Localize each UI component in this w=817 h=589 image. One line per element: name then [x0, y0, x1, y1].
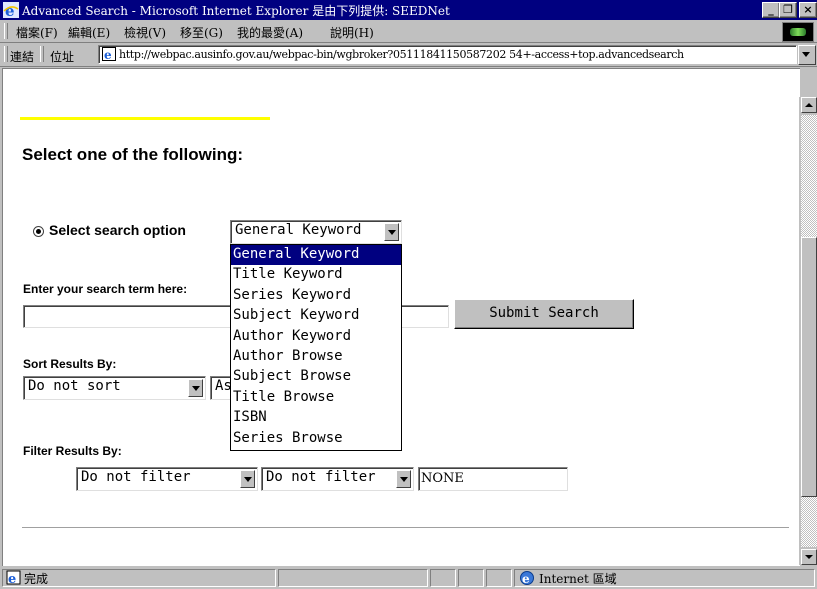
address-input[interactable]: e http://webpac.ausinfo.gov.au/webpac-bi… [98, 45, 797, 64]
scroll-down-button[interactable] [801, 549, 817, 565]
filter-field-value: Do not filter [81, 469, 191, 485]
dropdown-option[interactable]: Author Browse [231, 347, 401, 367]
toolbar-grip[interactable] [4, 23, 8, 39]
vertical-scrollbar[interactable] [799, 97, 817, 565]
status-panel-main: e 完成 [2, 569, 276, 587]
svg-text:e: e [104, 48, 112, 61]
menu-view[interactable]: 檢視(V) [124, 24, 166, 41]
search-option-value: General Keyword [235, 222, 362, 238]
yellow-divider [20, 117, 270, 120]
address-bar: 連結 位址 e http://webpac.ausinfo.gov.au/web… [0, 43, 817, 67]
dropdown-option[interactable]: Series Browse [231, 429, 401, 449]
ie-page-icon: e [102, 47, 116, 61]
sort-label: Sort Results By: [23, 357, 117, 371]
search-term-label: Enter your search term here: [23, 282, 188, 296]
svg-text:e: e [8, 572, 16, 586]
zone-text: Internet 區域 [539, 572, 617, 586]
toolbar-grip[interactable] [4, 46, 8, 62]
search-option-label: Select search option [49, 222, 186, 238]
address-label: 位址 [50, 50, 75, 64]
throbber-icon [782, 22, 814, 42]
sort-select[interactable]: Do not sort [23, 376, 206, 400]
svg-text:e: e [5, 2, 15, 18]
filter-label: Filter Results By: [23, 444, 122, 458]
chevron-down-icon[interactable] [240, 470, 255, 488]
window-title: Advanced Search - Microsoft Internet Exp… [22, 4, 450, 18]
status-panel [430, 569, 456, 587]
menu-go[interactable]: 移至(G) [180, 24, 223, 41]
horizontal-rule [22, 527, 789, 529]
filter-text-value: NONE [421, 471, 464, 486]
ie-icon: e [3, 2, 19, 18]
submit-search-button[interactable]: Submit Search [454, 299, 634, 329]
dropdown-option[interactable]: Title Browse [231, 388, 401, 408]
title-bar[interactable]: e Advanced Search - Microsoft Internet E… [0, 0, 817, 20]
dropdown-option[interactable]: Subject Keyword [231, 306, 401, 326]
restore-button[interactable]: ❐ [779, 2, 797, 18]
dropdown-option[interactable]: General Keyword [231, 245, 401, 265]
svg-text:e: e [522, 572, 530, 586]
menu-favorites[interactable]: 我的最愛(A) [237, 24, 303, 41]
ie-page-icon: e [6, 570, 21, 586]
chevron-down-icon[interactable] [384, 223, 399, 241]
dropdown-option[interactable]: Series Keyword [231, 286, 401, 306]
search-option-radio[interactable] [33, 226, 44, 237]
close-button[interactable]: × [799, 2, 817, 18]
filter-value-select[interactable]: Do not filter [261, 467, 414, 491]
filter-value-value: Do not filter [266, 469, 376, 485]
status-panel [458, 569, 484, 587]
chevron-down-icon[interactable] [188, 379, 203, 397]
filter-field-select[interactable]: Do not filter [76, 467, 258, 491]
minimize-button[interactable]: _ [762, 2, 780, 18]
status-panel [278, 569, 428, 587]
chevron-down-icon [802, 52, 810, 57]
address-dropdown-button[interactable] [798, 45, 816, 65]
status-panel [486, 569, 512, 587]
menu-bar: 檔案(F) 編輯(E) 檢視(V) 移至(G) 我的最愛(A) 說明(H) [0, 20, 817, 43]
menu-file[interactable]: 檔案(F) [16, 24, 58, 41]
dropdown-option[interactable]: Subject Browse [231, 367, 401, 387]
dropdown-option[interactable]: Author Keyword [231, 327, 401, 347]
dropdown-option[interactable]: ISBN [231, 408, 401, 428]
page-heading: Select one of the following: [22, 145, 243, 164]
status-bar: e 完成 e Internet 區域 [0, 567, 817, 589]
links-label[interactable]: 連結 [10, 48, 34, 65]
sort-value: Do not sort [28, 378, 121, 394]
menu-edit[interactable]: 編輯(E) [68, 24, 110, 41]
internet-globe-icon: e [520, 571, 534, 586]
search-option-dropdown-list[interactable]: General Keyword Title Keyword Series Keywo… [230, 244, 402, 451]
address-url: http://webpac.ausinfo.gov.au/webpac-bin/… [119, 48, 684, 61]
filter-text-input[interactable]: NONE [418, 467, 568, 491]
dropdown-option[interactable]: Title Keyword [231, 265, 401, 285]
search-option-select[interactable]: General Keyword [230, 220, 402, 244]
scroll-thumb[interactable] [801, 237, 817, 497]
menu-help[interactable]: 說明(H) [330, 24, 374, 41]
status-panel-zone: e Internet 區域 [514, 569, 815, 587]
scroll-up-button[interactable] [801, 97, 817, 113]
status-text: 完成 [24, 572, 49, 586]
toolbar-grip[interactable] [40, 46, 44, 62]
chevron-down-icon[interactable] [396, 470, 411, 488]
